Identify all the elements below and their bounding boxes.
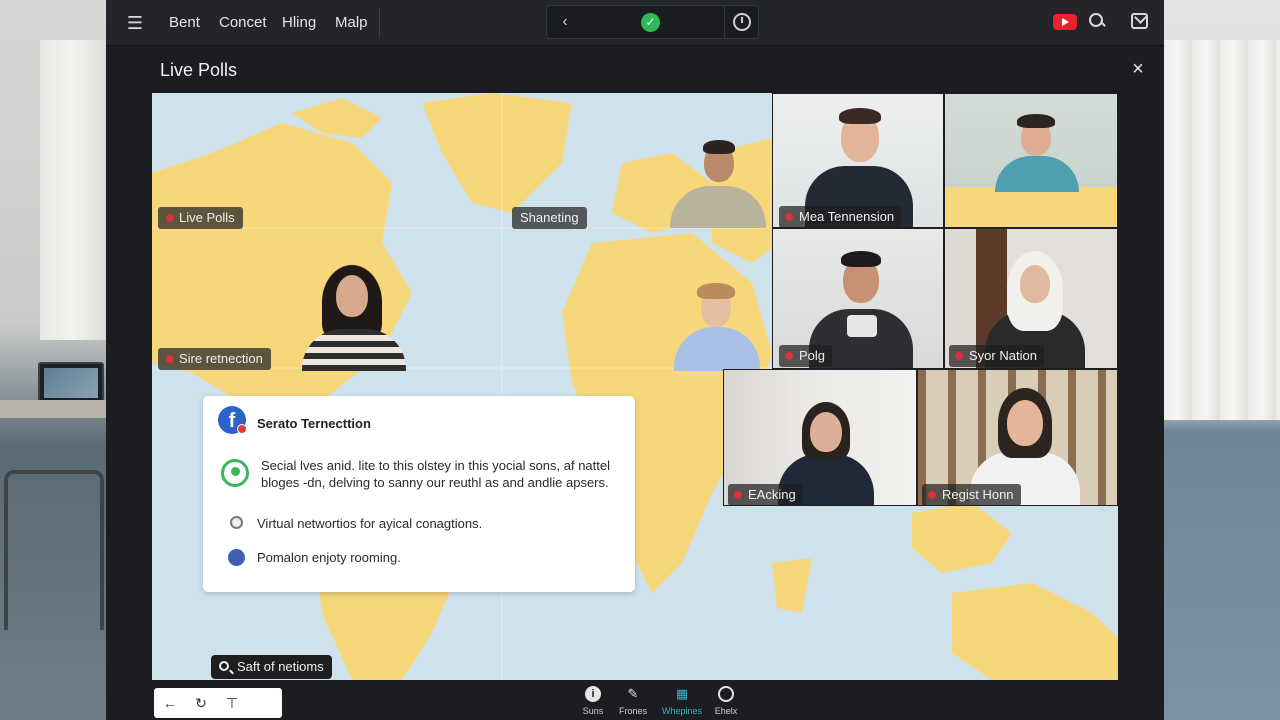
tool-ehelx[interactable]: Ehelx — [704, 686, 748, 720]
pin-icon[interactable]: ⊤ — [223, 694, 241, 712]
facebook-icon: f — [218, 406, 247, 434]
tool-label: Suns — [582, 706, 604, 716]
participant-name-tag: EAcking — [728, 484, 803, 505]
search-icon[interactable] — [1089, 13, 1105, 29]
participant-tile-5[interactable]: EAcking — [723, 369, 917, 506]
nav-item-malp[interactable]: Malp — [335, 14, 368, 31]
participant-name-tag: Polg — [779, 345, 833, 367]
background-room-left — [0, 0, 106, 720]
tool-label: Ehelx — [714, 706, 738, 716]
live-polls-label[interactable]: Live Polls — [158, 207, 243, 229]
participant-tile-6[interactable]: Regist Honn — [917, 369, 1118, 506]
tool-label: Frones — [618, 706, 647, 716]
panel-title: Live Polls — [160, 60, 238, 80]
menu-icon[interactable]: ☰ — [124, 12, 146, 34]
presenter-figure-2 — [302, 263, 406, 371]
conference-app-window: ☰ Bent Concet Hling Malp ‹ ✓ Live Polls … — [106, 0, 1164, 720]
participant-name: Syor Nation — [969, 348, 1037, 363]
search-pill-text: Saft of netioms — [237, 659, 324, 674]
grid-icon: ▦ — [675, 686, 689, 701]
controls-divider — [724, 6, 725, 38]
nav-divider — [379, 8, 380, 38]
participant-tile-2[interactable] — [944, 93, 1118, 228]
tool-suns[interactable]: i Suns — [571, 686, 615, 720]
participant-name: Polg — [799, 348, 826, 363]
panel-header: Live Polls × — [152, 47, 1144, 93]
meeting-stage: Live Polls Shaneting Sire retnection Mea… — [152, 93, 1118, 680]
background-chair — [4, 470, 104, 630]
sharing-label[interactable]: Shaneting — [512, 207, 587, 229]
pin-icon: ✎ — [627, 686, 639, 701]
background-desk — [0, 400, 106, 418]
radio-icon[interactable] — [230, 516, 243, 529]
participant-name-tag: Mea Tennension — [779, 206, 902, 227]
live-polls-label-text: Live Polls — [179, 210, 235, 225]
participant-name-tag: Syor Nation — [949, 345, 1044, 367]
participant-tile-3[interactable]: Polg — [772, 228, 944, 369]
nav-item-concet[interactable]: Concet — [219, 14, 267, 31]
meeting-controls-group: ‹ ✓ — [546, 5, 759, 39]
participant-name: Mea Tennension — [799, 209, 895, 224]
poll-option-3[interactable]: Pomalon enjoty rooming. — [257, 550, 401, 565]
background-curtain-right — [1164, 40, 1280, 420]
bottom-toolbar: ← ↻ ⊤ i Suns ✎ Frones ▦ Whepines Ehelx — [106, 680, 1164, 720]
participant-tile-4[interactable]: Syor Nation — [944, 228, 1118, 369]
mini-controls: ← ↻ ⊤ — [154, 688, 282, 718]
close-icon[interactable]: × — [1128, 59, 1148, 79]
refresh-icon[interactable]: ↻ — [192, 694, 210, 712]
poll-option-2[interactable]: Virtual networtios for ayical conagtions… — [257, 516, 482, 531]
poll-title: Serato Ternecttion — [257, 416, 371, 431]
whatsapp-icon[interactable] — [221, 459, 249, 487]
back-arrow-icon[interactable]: ‹ — [555, 12, 575, 32]
participant-tile-1[interactable]: Mea Tennension — [772, 93, 944, 228]
youtube-icon[interactable] — [1053, 14, 1077, 30]
search-notifications-pill[interactable]: Saft of netioms — [211, 655, 332, 679]
share-icon[interactable] — [1131, 13, 1148, 29]
background-room-right — [1164, 0, 1280, 720]
option-badge-icon[interactable] — [228, 549, 245, 566]
back-arrow-icon[interactable]: ← — [161, 694, 179, 712]
tool-frones[interactable]: ✎ Frones — [611, 686, 655, 720]
presenter-figure-3 — [674, 283, 760, 371]
participant-name-tag: Regist Honn — [922, 484, 1021, 505]
clock-icon[interactable] — [733, 13, 751, 31]
poll-option-1[interactable]: Secial lves anid. lite to this olstey in… — [261, 457, 621, 491]
site-reconnection-label-text: Sire retnection — [179, 351, 263, 366]
presenter-figure-1 — [670, 138, 766, 228]
search-icon — [219, 661, 229, 671]
background-curtain — [40, 40, 106, 340]
tool-whepines[interactable]: ▦ Whepines — [660, 686, 704, 720]
participant-name: EAcking — [748, 487, 796, 502]
poll-card: f Serato Ternecttion Secial lves anid. l… — [203, 396, 635, 592]
record-icon — [718, 686, 734, 702]
participant-name: Regist Honn — [942, 487, 1014, 502]
site-reconnection-label[interactable]: Sire retnection — [158, 348, 271, 370]
top-bar: ☰ Bent Concet Hling Malp ‹ ✓ — [106, 0, 1164, 46]
nav-item-bent[interactable]: Bent — [169, 14, 200, 31]
nav-item-hling[interactable]: Hling — [282, 14, 316, 31]
check-icon[interactable]: ✓ — [641, 13, 660, 32]
info-icon: i — [585, 686, 601, 702]
tool-label: Whepines — [661, 706, 703, 716]
